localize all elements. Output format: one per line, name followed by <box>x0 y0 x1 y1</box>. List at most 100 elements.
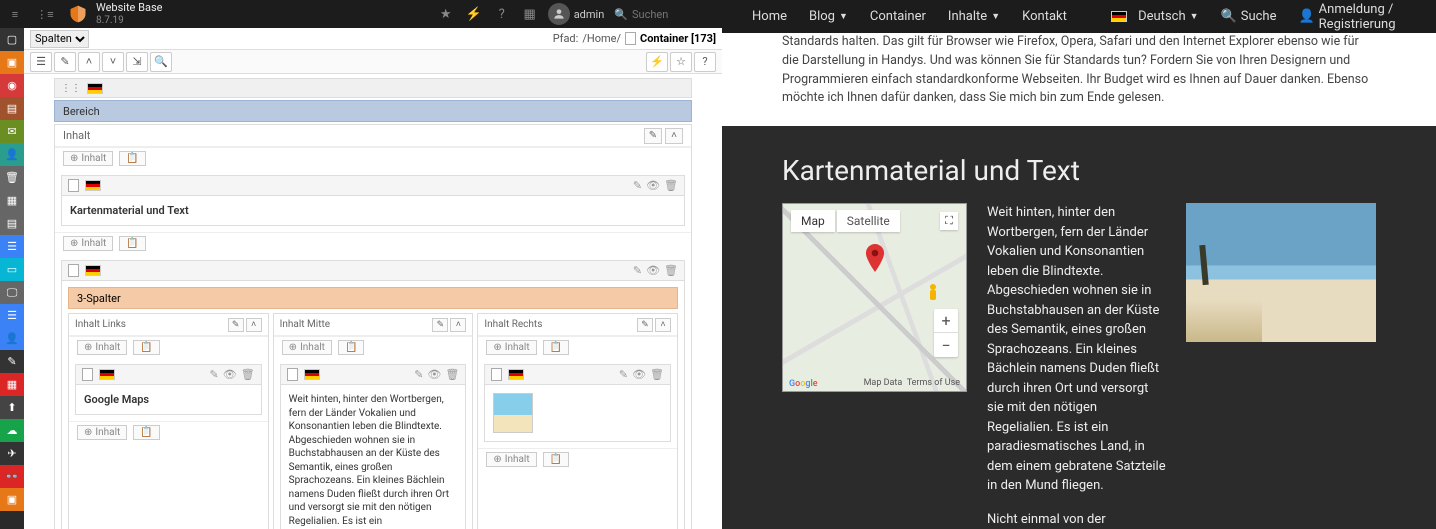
nav-inhalte[interactable]: Inhalte ▼ <box>948 9 1000 24</box>
grip-icon[interactable]: ⋮⋮ <box>61 83 81 94</box>
tool-search[interactable]: 🔍 <box>150 52 172 72</box>
delete-icon[interactable]: 🗑 <box>664 264 678 277</box>
tool-help[interactable]: ? <box>694 52 716 72</box>
edit-icon[interactable]: ✎ <box>432 318 448 332</box>
sb-item-11[interactable]: ▭ <box>0 258 24 281</box>
paste-button[interactable]: 📋 <box>543 452 569 467</box>
map-tab-satellite[interactable]: Satellite <box>837 210 900 232</box>
edit-icon[interactable]: ✎ <box>633 264 642 277</box>
edit-icon[interactable]: ✎ <box>644 128 662 144</box>
collapse-icon[interactable]: ˄ <box>246 318 262 332</box>
sb-item-5[interactable]: ✉ <box>0 120 24 143</box>
nav-search[interactable]: 🔍 Suche <box>1221 9 1277 24</box>
tool-up[interactable]: ˄ <box>78 52 100 72</box>
sb-item-7[interactable]: 🗑 <box>0 166 24 189</box>
menu-icon[interactable]: ≡ <box>0 8 30 21</box>
delete-icon[interactable]: 🗑 <box>445 368 459 381</box>
help-icon[interactable]: ? <box>488 7 516 22</box>
sb-item-12[interactable]: 🖵 <box>0 281 24 304</box>
visibility-icon[interactable]: 👁 <box>427 368 441 381</box>
zoom-in-button[interactable]: + <box>934 309 958 333</box>
nav-login[interactable]: 👤 Anmeldung / Registrierung <box>1298 2 1406 32</box>
news-icon[interactable]: ▦ <box>516 7 544 22</box>
collapse-icon[interactable]: ˄ <box>665 128 683 144</box>
path-container[interactable]: Container [173] <box>640 32 716 45</box>
sb-item-13[interactable]: ☰ <box>0 304 24 327</box>
sb-item-2[interactable]: ▣ <box>0 51 24 74</box>
collapse-icon[interactable]: ˄ <box>655 318 671 332</box>
nav-container[interactable]: Container <box>870 9 926 24</box>
sb-item-15[interactable]: ✎ <box>0 350 24 373</box>
zoom-out-button[interactable]: − <box>934 333 958 357</box>
nav-blog[interactable]: Blog ▼ <box>809 9 848 24</box>
tool-2[interactable]: ✎ <box>54 52 76 72</box>
paste-button[interactable]: 📋 <box>543 340 569 355</box>
sb-item-17[interactable]: ⬆ <box>0 396 24 419</box>
google-map[interactable]: Map Satellite ⛶ + − Google Map Data Term… <box>782 203 967 392</box>
user-name[interactable]: admin <box>574 8 605 21</box>
layout-select[interactable]: Spalten <box>30 30 89 48</box>
path-home[interactable]: /Home/ <box>582 32 621 45</box>
edit-icon[interactable]: ✎ <box>637 318 653 332</box>
pegman-icon[interactable] <box>924 283 942 305</box>
visibility-icon[interactable]: 👁 <box>646 179 660 192</box>
visibility-icon[interactable]: 👁 <box>223 368 237 381</box>
sb-item-21[interactable]: ▣ <box>0 488 24 511</box>
nav-kontakt[interactable]: Kontakt <box>1022 9 1067 24</box>
edit-icon[interactable]: ✎ <box>633 179 642 192</box>
paste-button[interactable]: 📋 <box>338 340 364 355</box>
tool-star[interactable]: ☆ <box>670 52 692 72</box>
fullscreen-icon[interactable]: ⛶ <box>940 212 958 230</box>
tri-header[interactable]: 3-Spalter <box>68 287 678 309</box>
tool-1[interactable]: ☰ <box>30 52 52 72</box>
user-avatar[interactable] <box>548 3 570 25</box>
paste-button[interactable]: 📋 <box>119 151 145 166</box>
edit-icon[interactable]: ✎ <box>210 368 219 381</box>
sb-item-3[interactable]: ◉ <box>0 74 24 97</box>
add-content-button[interactable]: ⊕ Inhalt <box>77 340 127 355</box>
paste-button[interactable]: 📋 <box>119 236 145 251</box>
section-bar[interactable]: Bereich <box>54 100 692 122</box>
search-input[interactable] <box>632 8 712 21</box>
paste-button[interactable]: 📋 <box>133 425 159 440</box>
collapse-icon[interactable]: ˄ <box>450 318 466 332</box>
star-icon[interactable]: ★ <box>432 7 460 22</box>
sb-item-4[interactable]: ▤ <box>0 97 24 120</box>
add-content-button[interactable]: ⊕ Inhalt <box>282 340 332 355</box>
sb-item-18[interactable]: ☁ <box>0 419 24 442</box>
add-content-button[interactable]: ⊕ Inhalt <box>77 425 127 440</box>
search-box[interactable]: 🔍 <box>614 8 712 21</box>
tool-down[interactable]: ˅ <box>102 52 124 72</box>
paste-button[interactable]: 📋 <box>133 340 159 355</box>
app-logo[interactable] <box>66 2 90 26</box>
visibility-icon[interactable]: 👁 <box>646 264 660 277</box>
delete-icon[interactable]: 🗑 <box>241 368 255 381</box>
sb-item-16[interactable]: ▦ <box>0 373 24 396</box>
visibility-icon[interactable]: 👁 <box>632 368 646 381</box>
list-icon[interactable]: ⋮≡ <box>30 8 60 21</box>
terms-link[interactable]: Terms of Use <box>907 378 960 388</box>
sb-item-1[interactable]: ▢ <box>0 28 24 51</box>
add-content-button[interactable]: ⊕ Inhalt <box>486 452 536 467</box>
map-tab-map[interactable]: Map <box>791 210 835 232</box>
edit-icon[interactable]: ✎ <box>619 368 628 381</box>
edit-icon[interactable]: ✎ <box>228 318 244 332</box>
delete-icon[interactable]: 🗑 <box>650 368 664 381</box>
sb-item-19[interactable]: ✈ <box>0 442 24 465</box>
tool-bolt[interactable]: ⚡ <box>646 52 668 72</box>
sb-item-10[interactable]: ☰ <box>0 235 24 258</box>
sb-item-14[interactable]: 👤 <box>0 327 24 350</box>
nav-lang[interactable]: Deutsch ▼ <box>1111 9 1199 24</box>
add-content-button[interactable]: ⊕ Inhalt <box>63 151 113 166</box>
sb-item-20[interactable]: 👓 <box>0 465 24 488</box>
sb-item-8[interactable]: ▦ <box>0 189 24 212</box>
tool-5[interactable]: ⇲ <box>126 52 148 72</box>
delete-icon[interactable]: 🗑 <box>664 179 678 192</box>
sb-item-9[interactable]: ▤ <box>0 212 24 235</box>
sb-item-6[interactable]: 👤 <box>0 143 24 166</box>
map-data-link[interactable]: Map Data <box>864 378 903 388</box>
bolt-icon[interactable]: ⚡ <box>460 7 488 22</box>
add-content-button[interactable]: ⊕ Inhalt <box>486 340 536 355</box>
nav-home[interactable]: Home <box>752 9 787 24</box>
add-content-button[interactable]: ⊕ Inhalt <box>63 236 113 251</box>
